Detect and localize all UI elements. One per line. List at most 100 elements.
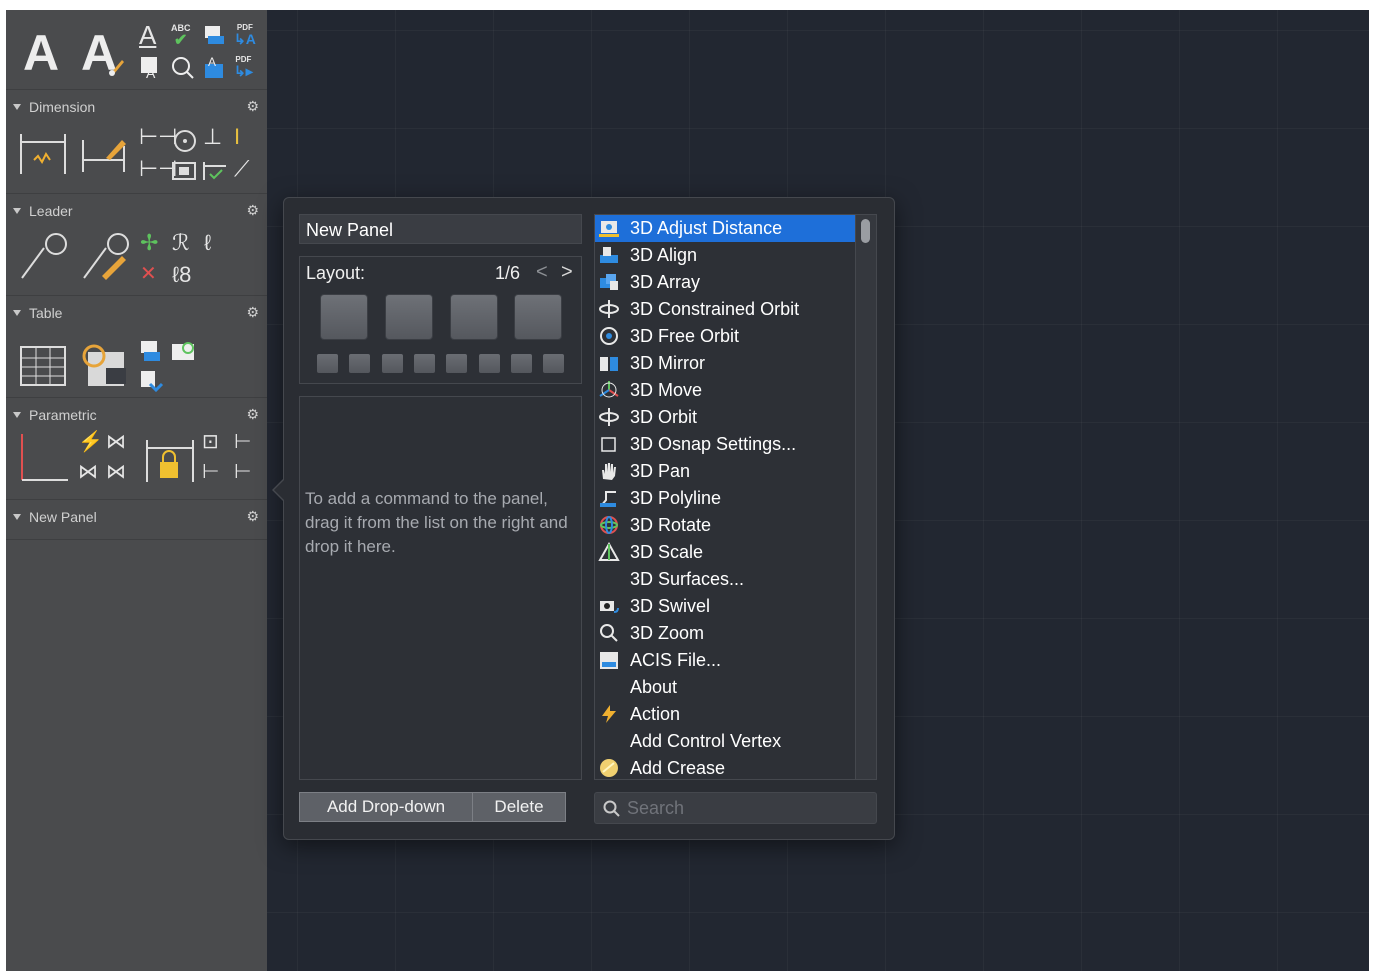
search-input[interactable] (627, 796, 867, 820)
command-item[interactable]: 3D Array (595, 269, 855, 296)
collect-leaders-icon[interactable]: ℓ (204, 232, 211, 254)
multileader-icon[interactable] (18, 232, 70, 282)
command-item[interactable]: 3D Polyline (595, 485, 855, 512)
section-header-parametric[interactable]: Parametric ⚙ (6, 404, 267, 426)
download-data-icon[interactable] (140, 370, 164, 394)
layout-slot-small[interactable] (414, 354, 435, 373)
layout-slot-large[interactable] (450, 294, 498, 340)
command-item[interactable]: 3D Orbit (595, 404, 855, 431)
radius-dimension-icon[interactable] (172, 128, 198, 154)
pdf-import-icon[interactable]: PDF ↳A (234, 24, 256, 47)
scrollbar-thumb[interactable] (861, 219, 870, 243)
palette-section-new-panel: New Panel ⚙ (6, 506, 267, 540)
layout-slot-small[interactable] (511, 354, 532, 373)
command-item[interactable]: 3D Pan (595, 458, 855, 485)
command-label: 3D Surfaces... (630, 569, 745, 589)
multileader-edit-icon[interactable] (80, 232, 132, 282)
command-item[interactable]: 3D Free Orbit (595, 323, 855, 350)
command-item[interactable]: Add Crease (595, 755, 855, 779)
scrollbar[interactable] (855, 215, 876, 779)
gear-icon[interactable]: ⚙ (246, 508, 259, 524)
layout-slot-large[interactable] (385, 294, 433, 340)
section-header-new-panel[interactable]: New Panel ⚙ (6, 506, 267, 528)
remove-leader-icon[interactable]: ✕ (140, 264, 157, 284)
dimensional-lock-icon[interactable] (144, 436, 196, 486)
command-item[interactable]: 3D Adjust Distance (595, 215, 855, 242)
gear-icon[interactable]: ⚙ (246, 304, 259, 320)
geometric-constraint-icon[interactable] (18, 432, 70, 484)
command-label: 3D Adjust Distance (630, 218, 783, 238)
find-text-icon[interactable]: A (140, 56, 162, 80)
text-replace-icon[interactable]: A (204, 56, 228, 80)
table-icon[interactable] (20, 346, 66, 386)
search-text-icon[interactable] (171, 56, 195, 80)
layout-slot-small[interactable] (543, 354, 564, 373)
command-item[interactable]: 3D Surfaces... (595, 566, 855, 593)
command-item[interactable]: 3D Swivel (595, 593, 855, 620)
show-dimensional-icon[interactable]: ⊢ (234, 432, 251, 452)
dimension-edit-icon[interactable] (80, 136, 130, 176)
constraint-settings-icon[interactable]: ⋈ (106, 462, 126, 482)
command-item[interactable]: 3D Constrained Orbit (595, 296, 855, 323)
layout-next-button[interactable]: > (561, 261, 573, 284)
layout-slot-small[interactable] (382, 354, 403, 373)
command-label: 3D Free Orbit (630, 326, 740, 346)
command-item[interactable]: Add Control Vertex (595, 728, 855, 755)
command-item[interactable]: About (595, 674, 855, 701)
command-item[interactable]: 3D Rotate (595, 512, 855, 539)
command-item[interactable]: Action (595, 701, 855, 728)
app-window: A A A ABC ✔ PDF ↳A A A PDF ↳▸ Dimension ⚙ ⊢… (6, 10, 1369, 971)
section-header-table[interactable]: Table ⚙ (6, 302, 267, 324)
hide-constraints-icon[interactable]: ⋈ (78, 462, 98, 482)
dimension-space-icon[interactable]: I (234, 126, 240, 148)
gear-icon[interactable]: ⚙ (246, 202, 259, 218)
layout-slot-large[interactable] (320, 294, 368, 340)
leader-style-icon[interactable]: ℓ8 (172, 264, 191, 286)
command-item[interactable]: 3D Scale (595, 539, 855, 566)
layout-slot-small[interactable] (479, 354, 500, 373)
layout-slot-small[interactable] (317, 354, 338, 373)
dimension-break-icon[interactable] (202, 160, 228, 182)
command-item[interactable]: ACIS File... (595, 647, 855, 674)
oblique-dimension-icon[interactable]: ⟋ (234, 158, 249, 180)
gear-icon[interactable]: ⚙ (246, 406, 259, 422)
dimension-inspect-icon[interactable] (171, 160, 197, 182)
text-underline-icon[interactable]: A (139, 22, 156, 48)
layout-prev-button[interactable]: < (536, 261, 548, 284)
add-dropdown-button[interactable]: Add Drop-down (299, 792, 473, 822)
convert-dimension-icon[interactable]: ⊡ (202, 432, 219, 452)
linear-dimension-icon[interactable] (18, 130, 68, 178)
extract-data-icon[interactable] (140, 340, 164, 364)
command-list[interactable]: 3D Adjust Distance 3D Align 3D Array 3D Con… (594, 214, 877, 780)
pdf-convert-icon[interactable]: PDF ↳▸ (234, 56, 253, 79)
delete-button[interactable]: Delete (472, 792, 566, 822)
command-item[interactable]: 3D Mirror (595, 350, 855, 377)
add-leader-icon[interactable]: ✢ (140, 232, 158, 254)
text-edit-icon[interactable] (204, 24, 226, 46)
command-item[interactable]: 3D Zoom (595, 620, 855, 647)
section-header-dimension[interactable]: Dimension ⚙ (6, 96, 267, 118)
crease-icon (598, 758, 620, 778)
text-tool-icon[interactable]: A (23, 28, 59, 78)
command-item[interactable]: 3D Move (595, 377, 855, 404)
spellcheck-icon[interactable]: ABC ✔ (171, 24, 191, 49)
ordinate-dimension-icon[interactable]: ⊥ (203, 126, 222, 148)
auto-constrain-icon[interactable]: ⚡ (78, 432, 103, 452)
update-data-icon[interactable] (171, 340, 197, 364)
layout-slot-small[interactable] (349, 354, 370, 373)
command-item[interactable]: 3D Align (595, 242, 855, 269)
hide-dimensional-icon[interactable]: ⊢ (202, 462, 219, 482)
command-label: Add Control Vertex (630, 731, 782, 751)
delete-constraints-icon[interactable]: ⊢ (234, 462, 251, 482)
section-header-leader[interactable]: Leader ⚙ (6, 200, 267, 222)
command-item[interactable]: 3D Osnap Settings... (595, 431, 855, 458)
show-constraints-icon[interactable]: ⋈ (106, 432, 126, 452)
layout-slot-small[interactable] (446, 354, 467, 373)
gear-icon[interactable]: ⚙ (246, 98, 259, 114)
command-label: About (630, 677, 678, 697)
layout-slot-large[interactable] (514, 294, 562, 340)
panel-name-field[interactable]: New Panel (299, 214, 582, 244)
align-leaders-icon[interactable]: ℛ (172, 232, 190, 254)
data-link-icon[interactable] (80, 342, 132, 390)
command-drop-area[interactable]: To add a command to the panel, drag it f… (299, 396, 582, 780)
